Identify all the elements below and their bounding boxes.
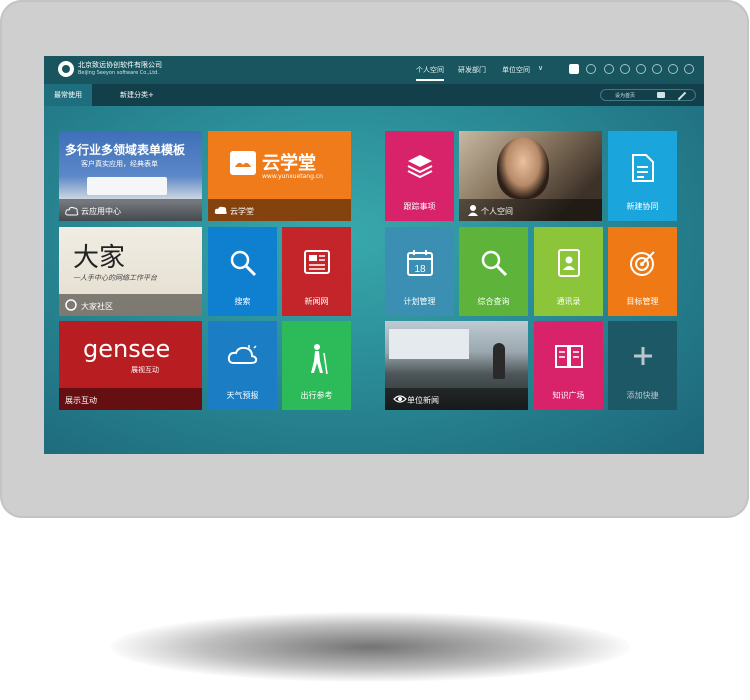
tile-label: 通讯录 [556,297,581,306]
tile-label: 个人空间 [481,207,513,216]
tile-yunxuetang[interactable]: 云学堂 www.yunxuetang.cn 云学堂 [208,131,351,221]
back-icon[interactable] [604,64,614,74]
gensee-logo-text: gensee [83,335,171,363]
tile-label: 云应用中心 [81,207,121,216]
yunxuetang-logo-icon [230,151,256,175]
tab-new-category[interactable]: 新建分类+ [120,90,154,100]
tile-plan-management[interactable]: 18 计划管理 [385,227,454,316]
home-actions: 设为首页 [600,89,696,101]
address-book-icon [557,249,580,277]
new-document-icon [631,154,654,182]
calendar-icon: 18 [406,250,433,276]
top-header: 北京致远协创软件有限公司 Beijing Seeyon software Co.… [44,56,704,84]
tile-search[interactable]: 搜索 [208,227,277,316]
category-bar: 最常使用 新建分类+ 设为首页 [44,84,704,106]
tile-goal-management[interactable]: 目标管理 [608,227,677,316]
tile-travel[interactable]: 出行参考 [282,321,351,410]
cloud-icon [214,206,227,214]
tile-comprehensive-query[interactable]: 综合查询 [459,227,528,316]
tile-label: 新建协同 [626,202,659,211]
grid-icon[interactable] [569,64,579,74]
target-icon [629,251,655,276]
tile-contacts[interactable]: 通讯录 [534,227,603,316]
tile-knowledge-square[interactable]: 知识广场 [534,321,603,410]
tile-unit-news[interactable]: 单位新闻 [385,321,528,410]
search-icon[interactable] [586,64,596,74]
message-icon[interactable] [636,64,646,74]
tile-label: 知识广场 [552,391,585,400]
company-name: 北京致远协创软件有限公司 [78,61,162,69]
calendar-day: 18 [414,264,426,275]
presenter-image [493,343,505,379]
tile-label: 出行参考 [300,391,333,400]
font-size-icon[interactable] [668,64,678,74]
settings-icon[interactable] [684,64,694,74]
newspaper-icon [303,250,330,274]
tile-label: 天气预报 [226,391,259,400]
tile-news-net[interactable]: 新闻网 [282,227,351,316]
tile-dajia-community[interactable]: 大家 一人手中心的网络工作平台 大家社区 [59,227,202,316]
tile-label: 大家社区 [81,302,113,311]
tile-tracking[interactable]: 跟踪事项 [385,131,454,221]
dajia-slogan: 一人手中心的网络工作平台 [73,274,157,282]
tile-label: 搜索 [234,297,251,306]
form-preview-image [87,177,167,195]
chevron-down-icon[interactable]: ∨ [538,64,543,72]
company-name-english: Beijing Seeyon software Co.,Ltd. [78,70,159,76]
forward-icon[interactable] [620,64,630,74]
tile-cloud-app-center[interactable]: 多行业多领域表单模板 客户真实应用，经典表单 云应用中心 [59,131,202,221]
tile-label: 添加快捷 [626,391,659,400]
notification-icon[interactable] [652,64,662,74]
user-icon [468,205,478,216]
search-icon [230,250,256,277]
tile-label: 目标管理 [626,297,659,306]
tile-label: 单位新闻 [407,396,439,405]
nav-personal-space[interactable]: 个人空间 [416,65,444,81]
tile-weather[interactable]: 天气预报 [208,321,277,410]
layers-icon [407,155,432,179]
plus-icon [633,347,652,365]
tile-new-collaboration[interactable]: 新建协同 [608,131,677,221]
search-icon [481,250,507,277]
nav-unit-space[interactable]: 单位空间 [502,65,530,75]
profile-photo [497,137,549,199]
tile-label: 云学堂 [230,207,254,216]
tab-most-used[interactable]: 最常使用 [44,84,92,106]
cloud-app-banner: 多行业多领域表单模板 [65,143,186,157]
dajia-title: 大家 [73,243,126,273]
eye-icon [393,395,407,403]
tile-label: 新闻网 [304,297,329,306]
hiker-icon [310,344,328,375]
gensee-subtitle: 展视互动 [131,366,159,374]
app-screen: 北京致远协创软件有限公司 Beijing Seeyon software Co.… [44,56,704,454]
weather-icon [227,345,257,364]
projection-screen-image [389,329,469,359]
tile-gensee[interactable]: gensee 展视互动 展示互动 [59,321,202,410]
yunxuetang-url: www.yunxuetang.cn [262,173,323,180]
device-shadow [110,612,630,682]
tile-add-shortcut[interactable]: 添加快捷 [608,321,677,410]
cloud-icon [65,206,79,216]
seeyon-logo-icon [58,61,74,77]
yunxuetang-title: 云学堂 [262,153,316,174]
edit-icon[interactable] [677,91,687,101]
dajia-logo-icon [65,299,77,311]
skin-icon[interactable] [657,92,665,98]
tile-label: 跟踪事项 [403,202,436,211]
tile-label: 综合查询 [477,297,510,306]
tile-personal-space[interactable]: 个人空间 [459,131,602,221]
tile-label: 展示互动 [65,396,97,405]
nav-rd-department[interactable]: 研发部门 [458,65,486,75]
book-icon [554,345,583,368]
set-home-button[interactable]: 设为首页 [615,92,635,99]
cloud-app-subtitle: 客户真实应用，经典表单 [81,160,158,168]
tile-label: 计划管理 [403,297,436,306]
